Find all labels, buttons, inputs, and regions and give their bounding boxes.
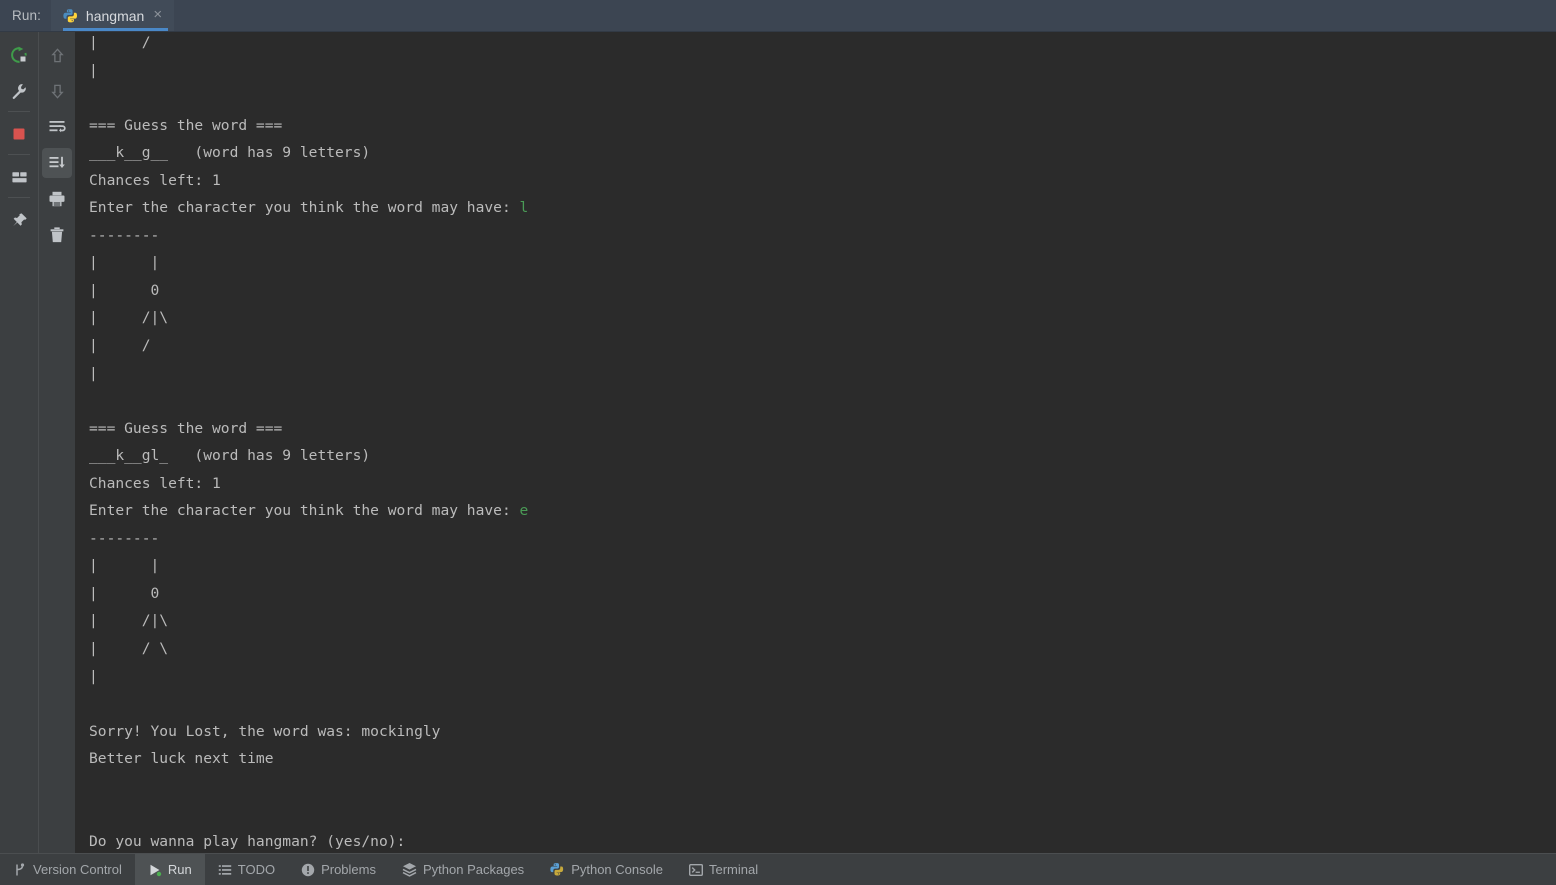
console-area[interactable]: | / | === Guess the word === ___k__g__ (… [75,32,1556,853]
pin-icon [12,212,27,226]
edit-configurations-button[interactable] [4,76,34,106]
layout-settings-button[interactable] [4,162,34,192]
arrow-down-icon [50,84,64,99]
status-item-label: Python Console [571,862,663,877]
python-icon [63,8,79,24]
run-window-label: Run: [12,8,41,23]
status-python-packages[interactable]: Python Packages [389,854,537,885]
status-run[interactable]: Run [134,854,205,885]
pycharm-run-window: Run: hangman × | / | === Guess the word … [0,0,1556,885]
rerun-button[interactable] [4,40,34,70]
console-segment-1: | / | === Guess the word === ___k__g__ (… [89,34,511,217]
printer-icon [49,191,65,207]
scroll-to-end-button[interactable] [42,148,72,178]
bottom-tool-window-bar: Version Control Run TODO Problems Python… [0,853,1556,885]
run-tab-label: hangman [85,7,145,24]
layers-icon [402,862,417,877]
clear-all-button[interactable] [42,220,72,250]
trash-icon [50,227,64,243]
next-occurrence-button[interactable] [42,76,72,106]
stop-square-icon [13,128,25,140]
arrow-up-icon [50,47,64,62]
status-terminal[interactable]: Terminal [676,854,771,885]
warning-circle-icon [301,863,315,877]
run-toolbar-primary [0,32,38,853]
toolbar-separator [8,154,30,155]
prev-occurrence-button[interactable] [42,40,72,70]
status-problems[interactable]: Problems [288,854,389,885]
stop-button[interactable] [4,119,34,149]
rerun-icon [11,46,27,63]
scroll-to-end-icon [49,156,65,168]
user-input-character-2: e [519,502,529,520]
console-output-text: | / | === Guess the word === ___k__g__ (… [89,32,528,853]
status-item-label: Version Control [33,862,122,877]
branch-icon [13,862,27,877]
status-item-label: Run [167,862,192,877]
status-item-label: Problems [321,862,376,877]
layout-icon [11,171,27,182]
run-toolwindow-header: Run: hangman × [0,0,1556,32]
status-item-label: Python Packages [423,862,525,877]
print-button[interactable] [42,184,72,214]
console-segment-3: -------- | | | 0 | /|\ | / \ | Sorry! Yo… [89,529,441,850]
status-todo[interactable]: TODO [205,854,288,885]
status-item-label: Terminal [708,862,759,877]
toolbar-separator [8,111,30,112]
soft-wrap-button[interactable] [42,112,72,142]
soft-wrap-icon [49,121,66,133]
user-input-character-1: l [519,199,529,217]
toolbar-separator [8,197,30,198]
pin-tab-button[interactable] [4,205,34,235]
run-tab-hangman[interactable]: hangman × [50,0,175,31]
python-icon [550,862,565,877]
console-segment-2: -------- | | | 0 | /|\ | / | === Guess t… [89,226,511,520]
terminal-icon [688,863,703,877]
status-item-label: TODO [237,862,276,877]
list-icon [218,863,232,877]
run-play-icon [148,863,162,877]
status-version-control[interactable]: Version Control [0,854,135,885]
close-icon[interactable]: × [151,7,164,24]
wrench-icon [12,83,26,99]
status-python-console[interactable]: Python Console [537,854,676,885]
run-toolbar-secondary [38,32,75,853]
